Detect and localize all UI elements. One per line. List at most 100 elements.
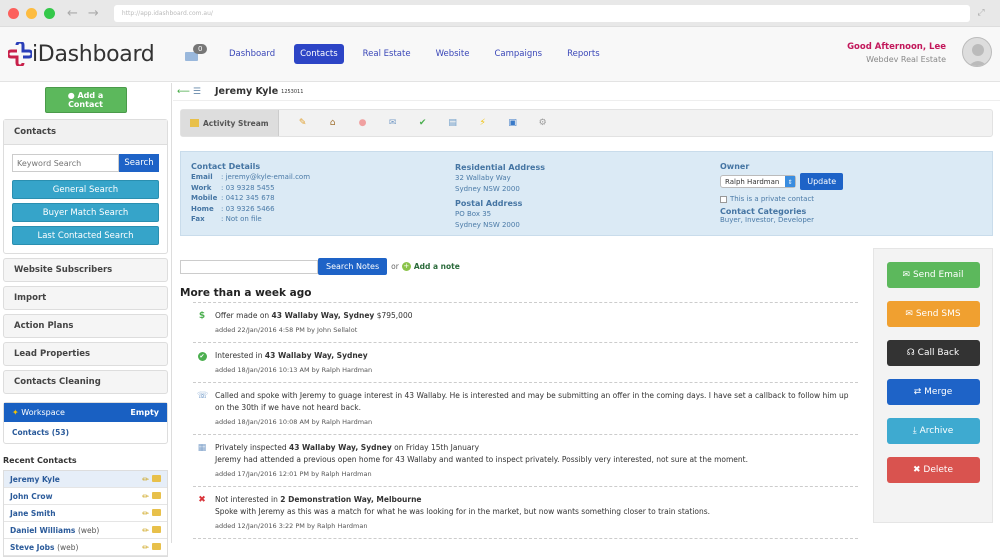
list-icon[interactable]: ☰ xyxy=(193,87,201,97)
keyword-search-button[interactable]: Search xyxy=(119,154,159,172)
archive-label: Archive xyxy=(919,426,954,436)
recent-contact-item[interactable]: Jeremy Kyle ✏ xyxy=(4,471,167,488)
greeting-text: Good Afternoon, Lee xyxy=(847,42,946,52)
logo[interactable]: iDashboard xyxy=(8,42,173,67)
detail-value[interactable]: : jeremy@kyle-email.com xyxy=(221,172,310,183)
document-icon[interactable]: ▤ xyxy=(447,118,459,128)
download-icon: ⤓ xyxy=(912,426,917,436)
merge-button[interactable]: ⇄ Merge xyxy=(886,379,980,405)
key-icon[interactable]: ✏ xyxy=(142,526,149,535)
entry-property[interactable]: 43 Wallaby Way, Sydney xyxy=(289,443,392,452)
entry-meta: added 22/Jan/2016 4:58 PM by John Sellal… xyxy=(215,326,358,334)
minimize-window-button[interactable] xyxy=(26,7,37,19)
add-contact-button[interactable]: ● Add a Contact xyxy=(44,87,127,113)
nav-dashboard[interactable]: Dashboard xyxy=(223,44,281,64)
general-search-button[interactable]: General Search xyxy=(12,180,159,199)
key-icon[interactable]: ✏ xyxy=(142,543,149,552)
cross-icon: ✖ xyxy=(198,495,206,505)
url-bar[interactable]: http://app.idashboard.com.au/ xyxy=(113,4,970,22)
close-window-button[interactable] xyxy=(8,7,19,19)
sidebar-item-action-plans[interactable]: Action Plans xyxy=(3,314,168,338)
contact-card-icon[interactable]: ▣ xyxy=(507,118,519,128)
envelope-icon[interactable]: ✉ xyxy=(387,118,399,128)
recent-contact-item[interactable]: Steve Jobs (web) ✏ xyxy=(4,539,167,556)
folder-add-icon[interactable] xyxy=(152,542,161,550)
activity-feed: $ Offer made on 43 Wallaby Way, Sydney $… xyxy=(193,302,858,548)
sidebar-item-lead-properties[interactable]: Lead Properties xyxy=(3,342,168,366)
checkbox-box[interactable] xyxy=(720,195,727,203)
company-name: Webdev Real Estate xyxy=(866,55,946,64)
contact-tabs: Activity Stream ✎ ⌂ ● ✉ ✔ ▤ ⚡ ▣ ⚙ xyxy=(180,109,993,137)
key-icon[interactable]: ✏ xyxy=(142,509,149,518)
key-icon[interactable]: ✏ xyxy=(142,475,149,484)
update-owner-button[interactable]: Update xyxy=(800,173,844,190)
sidebar-item-website-subscribers[interactable]: Website Subscribers xyxy=(3,258,168,282)
mail-count-badge: 0 xyxy=(193,44,208,54)
recent-contact-item[interactable]: Jane Smith ✏ xyxy=(4,505,167,522)
plus-circle-icon[interactable]: + xyxy=(401,262,411,271)
recent-contact-item[interactable]: John Crow ✏ xyxy=(4,488,167,505)
nav-campaigns[interactable]: Campaigns xyxy=(488,44,548,64)
entry-property[interactable]: 2 Demonstration Way, Melbourne xyxy=(280,495,421,504)
archive-button[interactable]: ⤓ Archive xyxy=(886,418,980,444)
residential-line: Sydney NSW 2000 xyxy=(455,185,520,193)
private-contact-checkbox[interactable]: This is a private contact xyxy=(720,195,843,203)
lightning-icon[interactable]: ⚡ xyxy=(477,118,489,128)
send-email-button[interactable]: ✉ Send Email xyxy=(886,262,980,288)
entry-text: Interested in xyxy=(215,351,265,360)
folder-add-icon[interactable] xyxy=(152,491,161,499)
detail-value: : 0412 345 678 xyxy=(221,194,275,203)
back-arrow-icon[interactable]: ← xyxy=(67,6,78,21)
delete-button[interactable]: ✖ Delete xyxy=(886,457,980,483)
recent-contact-name: Jane Smith xyxy=(10,508,56,518)
workspace-contacts-link[interactable]: Contacts (53) xyxy=(4,422,167,443)
send-sms-button[interactable]: ✉ Send SMS xyxy=(886,301,980,327)
tab-activity-stream[interactable]: Activity Stream xyxy=(181,110,279,136)
fullscreen-icon[interactable]: ⤢ xyxy=(970,8,992,18)
owner-select[interactable]: Ralph Hardman ⇕ xyxy=(720,175,796,188)
folder-add-icon[interactable] xyxy=(152,508,161,516)
nav-website[interactable]: Website xyxy=(430,44,476,64)
keyword-search-input[interactable] xyxy=(12,154,119,172)
avatar[interactable] xyxy=(962,37,992,67)
back-arrow-icon[interactable]: ⟵ xyxy=(177,87,190,97)
last-contacted-search-button[interactable]: Last Contacted Search xyxy=(12,226,159,245)
pencil-icon[interactable]: ✎ xyxy=(297,118,309,128)
check-circle-icon[interactable]: ✔ xyxy=(417,118,429,128)
folder-add-icon[interactable] xyxy=(152,474,161,482)
postal-address-title: Postal Address xyxy=(455,199,523,208)
house-icon[interactable]: ⌂ xyxy=(327,118,339,128)
forward-arrow-icon[interactable]: → xyxy=(88,6,99,21)
add-note-link[interactable]: Add a note xyxy=(414,262,460,271)
recent-contact-item[interactable]: Daniel Williams (web) ✏ xyxy=(4,522,167,539)
contact-id: 1253011 xyxy=(281,88,304,95)
search-notes-button[interactable]: Search Notes xyxy=(318,258,388,275)
contact-info-panel: Contact Details Email: jeremy@kyle-email… xyxy=(180,151,993,236)
key-icon[interactable]: ✏ xyxy=(142,492,149,501)
nav-reports[interactable]: Reports xyxy=(561,44,606,64)
settings-icon[interactable]: ⚙ xyxy=(537,118,549,128)
entry-property[interactable]: 43 Wallaby Way, Sydney xyxy=(272,311,375,320)
maximize-window-button[interactable] xyxy=(44,7,55,19)
entry-text: Offer made on xyxy=(215,311,272,320)
envelope-icon: ✉ xyxy=(905,309,913,319)
nav-contacts[interactable]: Contacts xyxy=(294,44,344,64)
entry-meta: added 12/Jan/2016 3:22 PM by Ralph Hardm… xyxy=(215,522,368,530)
entry-text: Called and spoke with Jeremy to guage in… xyxy=(215,391,849,412)
mail-button[interactable]: 0 xyxy=(185,44,209,62)
nav-real-estate[interactable]: Real Estate xyxy=(357,44,417,64)
entry-text-post: on Friday 15th January xyxy=(391,443,480,452)
residential-address-title: Residential Address xyxy=(455,163,545,172)
workspace-header[interactable]: ✦ Workspace Empty xyxy=(4,403,167,422)
buyer-match-search-button[interactable]: Buyer Match Search xyxy=(12,203,159,222)
notes-search-input[interactable] xyxy=(180,259,318,274)
sidebar-item-contacts-cleaning[interactable]: Contacts Cleaning xyxy=(3,370,168,394)
folder-add-icon[interactable] xyxy=(152,525,161,533)
entry-body: Jeremy had attended a previous open home… xyxy=(215,455,748,464)
piggy-bank-icon[interactable]: ● xyxy=(357,118,369,128)
sidebar-item-import[interactable]: Import xyxy=(3,286,168,310)
entry-property[interactable]: 43 Wallaby Way, Sydney xyxy=(265,351,368,360)
call-back-button[interactable]: ☊ Call Back xyxy=(886,340,980,366)
activity-entry: $ Offer made on 43 Wallaby Way, Sydney $… xyxy=(193,302,858,342)
dollar-icon: $ xyxy=(198,311,206,321)
